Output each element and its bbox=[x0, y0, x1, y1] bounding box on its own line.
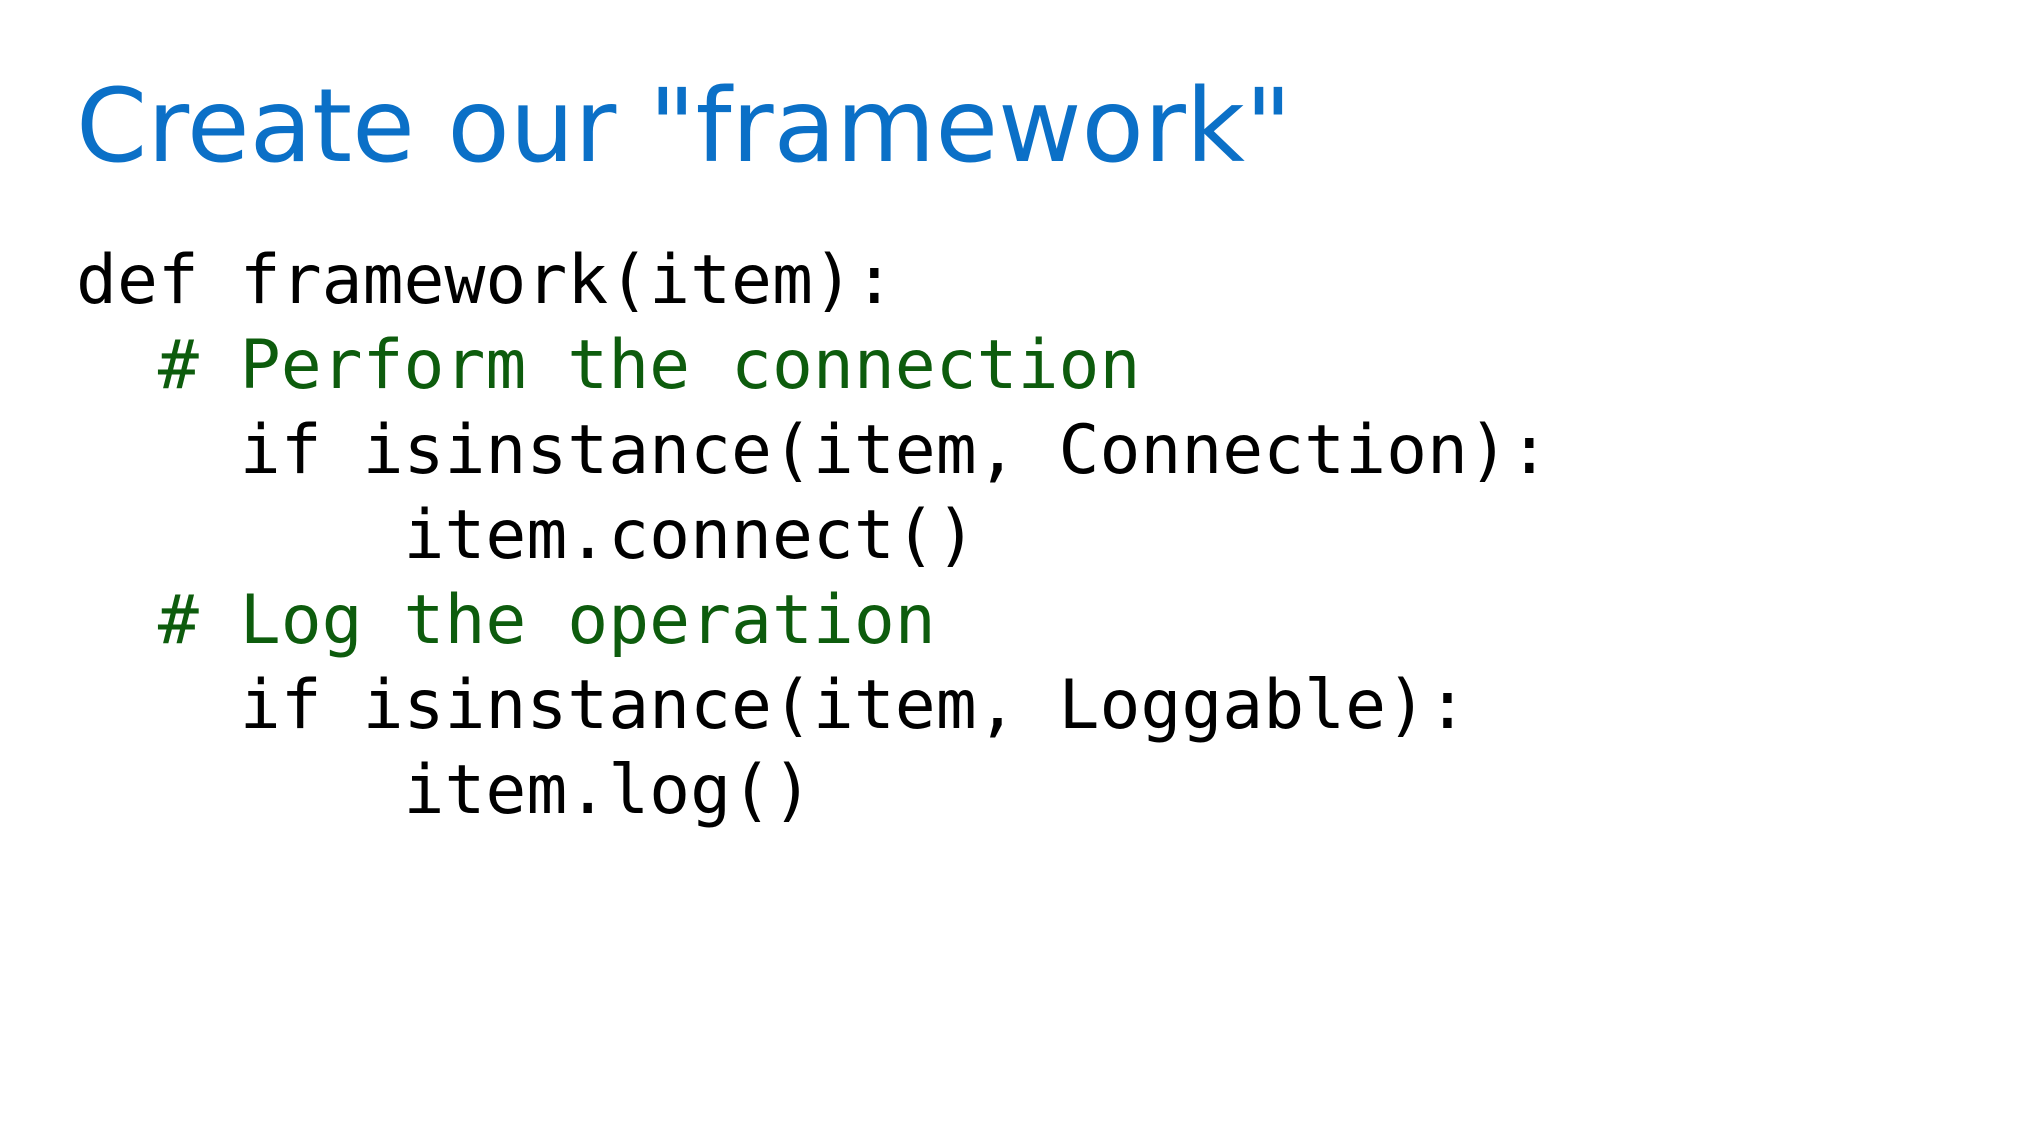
code-line-connect-call: item.connect() bbox=[76, 496, 977, 575]
code-line-log-call: item.log() bbox=[76, 751, 813, 830]
code-line-if-connection: if isinstance(item, Connection): bbox=[76, 411, 1550, 490]
slide-title: Create our "framework" bbox=[76, 67, 1292, 186]
code-block: def framework(item): # Perform the conne… bbox=[76, 238, 1550, 833]
code-line-if-loggable: if isinstance(item, Loggable): bbox=[76, 666, 1468, 745]
code-comment-connection: # Perform the connection bbox=[76, 326, 1141, 405]
slide: Create our "framework" def framework(ite… bbox=[0, 0, 2040, 1147]
code-line-def: def framework(item): bbox=[76, 241, 895, 320]
code-comment-log: # Log the operation bbox=[76, 581, 936, 660]
